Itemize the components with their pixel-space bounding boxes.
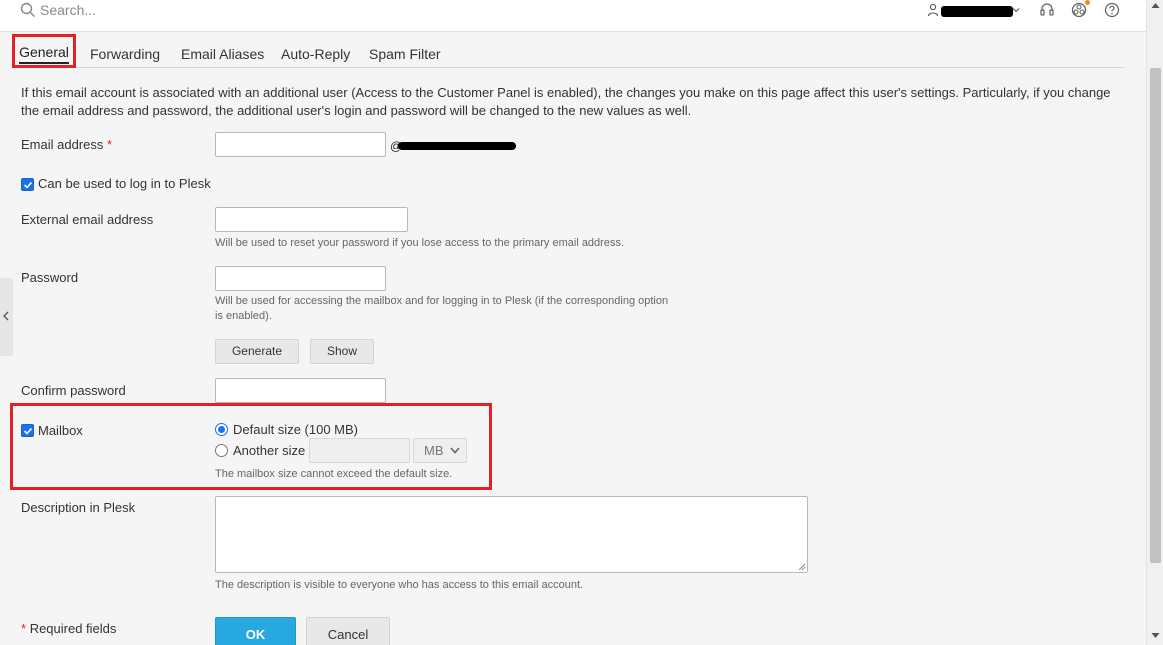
size-unit-select[interactable]: MB xyxy=(413,438,467,463)
external-email-label: External email address xyxy=(21,212,154,227)
generate-button[interactable]: Generate xyxy=(215,339,299,364)
password-hint: Will be used for accessing the mailbox a… xyxy=(215,295,669,322)
email-address-label-text: Email address xyxy=(21,137,104,152)
tab-bar: General Forwarding Email Aliases Auto-Re… xyxy=(12,34,1124,68)
required-mark: * xyxy=(21,621,27,636)
checkmark-icon xyxy=(23,427,33,435)
checkmark-icon xyxy=(23,181,33,189)
help-icon[interactable] xyxy=(1103,1,1121,19)
user-menu[interactable] xyxy=(927,2,1022,20)
tab-general[interactable]: General xyxy=(12,34,76,68)
required-fields-text: Required fields xyxy=(29,621,117,636)
confirm-password-label: Confirm password xyxy=(21,383,126,398)
search-icon xyxy=(20,2,35,17)
description-textarea[interactable] xyxy=(215,496,808,573)
mailbox-label: Mailbox xyxy=(38,423,83,438)
required-mark: * xyxy=(107,137,113,152)
support-icon[interactable] xyxy=(1038,1,1056,19)
notification-dot xyxy=(1085,0,1090,5)
search-input[interactable] xyxy=(40,0,340,20)
chevron-down-icon xyxy=(450,447,460,454)
tab-auto-reply[interactable]: Auto-Reply xyxy=(281,36,350,68)
vertical-scrollbar[interactable] xyxy=(1146,0,1163,645)
cancel-button[interactable]: Cancel xyxy=(306,617,390,645)
description-label: Description in Plesk xyxy=(21,500,136,515)
sidebar-collapse-handle[interactable] xyxy=(0,278,13,356)
password-label: Password xyxy=(21,270,79,285)
email-address-label: Email address * xyxy=(21,137,112,152)
required-fields-note: * Required fields xyxy=(21,621,116,636)
mailbox-size-input[interactable] xyxy=(309,438,410,463)
top-bar xyxy=(0,0,1146,32)
scroll-up-arrow-icon[interactable] xyxy=(1151,2,1160,9)
redacted-domain xyxy=(398,142,516,150)
chevron-down-icon xyxy=(1012,8,1020,13)
info-message: If this email account is associated with… xyxy=(21,85,1111,118)
ok-button[interactable]: OK xyxy=(215,617,296,645)
login-to-plesk-checkbox[interactable] xyxy=(21,178,34,191)
login-to-plesk-label: Can be used to log in to Plesk xyxy=(38,176,211,191)
default-size-radio[interactable] xyxy=(215,423,228,436)
tab-email-aliases[interactable]: Email Aliases xyxy=(181,36,264,68)
resize-grip-icon[interactable] xyxy=(797,562,806,571)
tab-spam-filter[interactable]: Spam Filter xyxy=(369,36,441,68)
default-size-label: Default size (100 MB) xyxy=(233,422,358,437)
chevron-left-icon xyxy=(3,311,9,321)
scrollbar-thumb[interactable] xyxy=(1150,68,1161,563)
email-address-input[interactable] xyxy=(215,132,386,157)
user-icon xyxy=(927,3,939,17)
mailbox-hint: The mailbox size cannot exceed the defau… xyxy=(215,468,453,480)
size-unit-value: MB xyxy=(424,443,444,458)
tab-forwarding[interactable]: Forwarding xyxy=(90,36,160,68)
another-size-label: Another size xyxy=(233,443,306,458)
scroll-down-arrow-icon[interactable] xyxy=(1151,632,1160,639)
description-hint: The description is visible to everyone w… xyxy=(215,579,584,591)
password-input[interactable] xyxy=(215,266,386,291)
tab-general-label: General xyxy=(19,44,69,64)
another-size-radio[interactable] xyxy=(215,444,228,457)
redacted-username xyxy=(941,6,1013,17)
external-email-hint: Will be used to reset your password if y… xyxy=(215,237,625,249)
confirm-password-input[interactable] xyxy=(215,378,386,403)
mailbox-checkbox[interactable] xyxy=(21,424,34,437)
external-email-input[interactable] xyxy=(215,207,408,232)
show-button[interactable]: Show xyxy=(310,339,374,364)
